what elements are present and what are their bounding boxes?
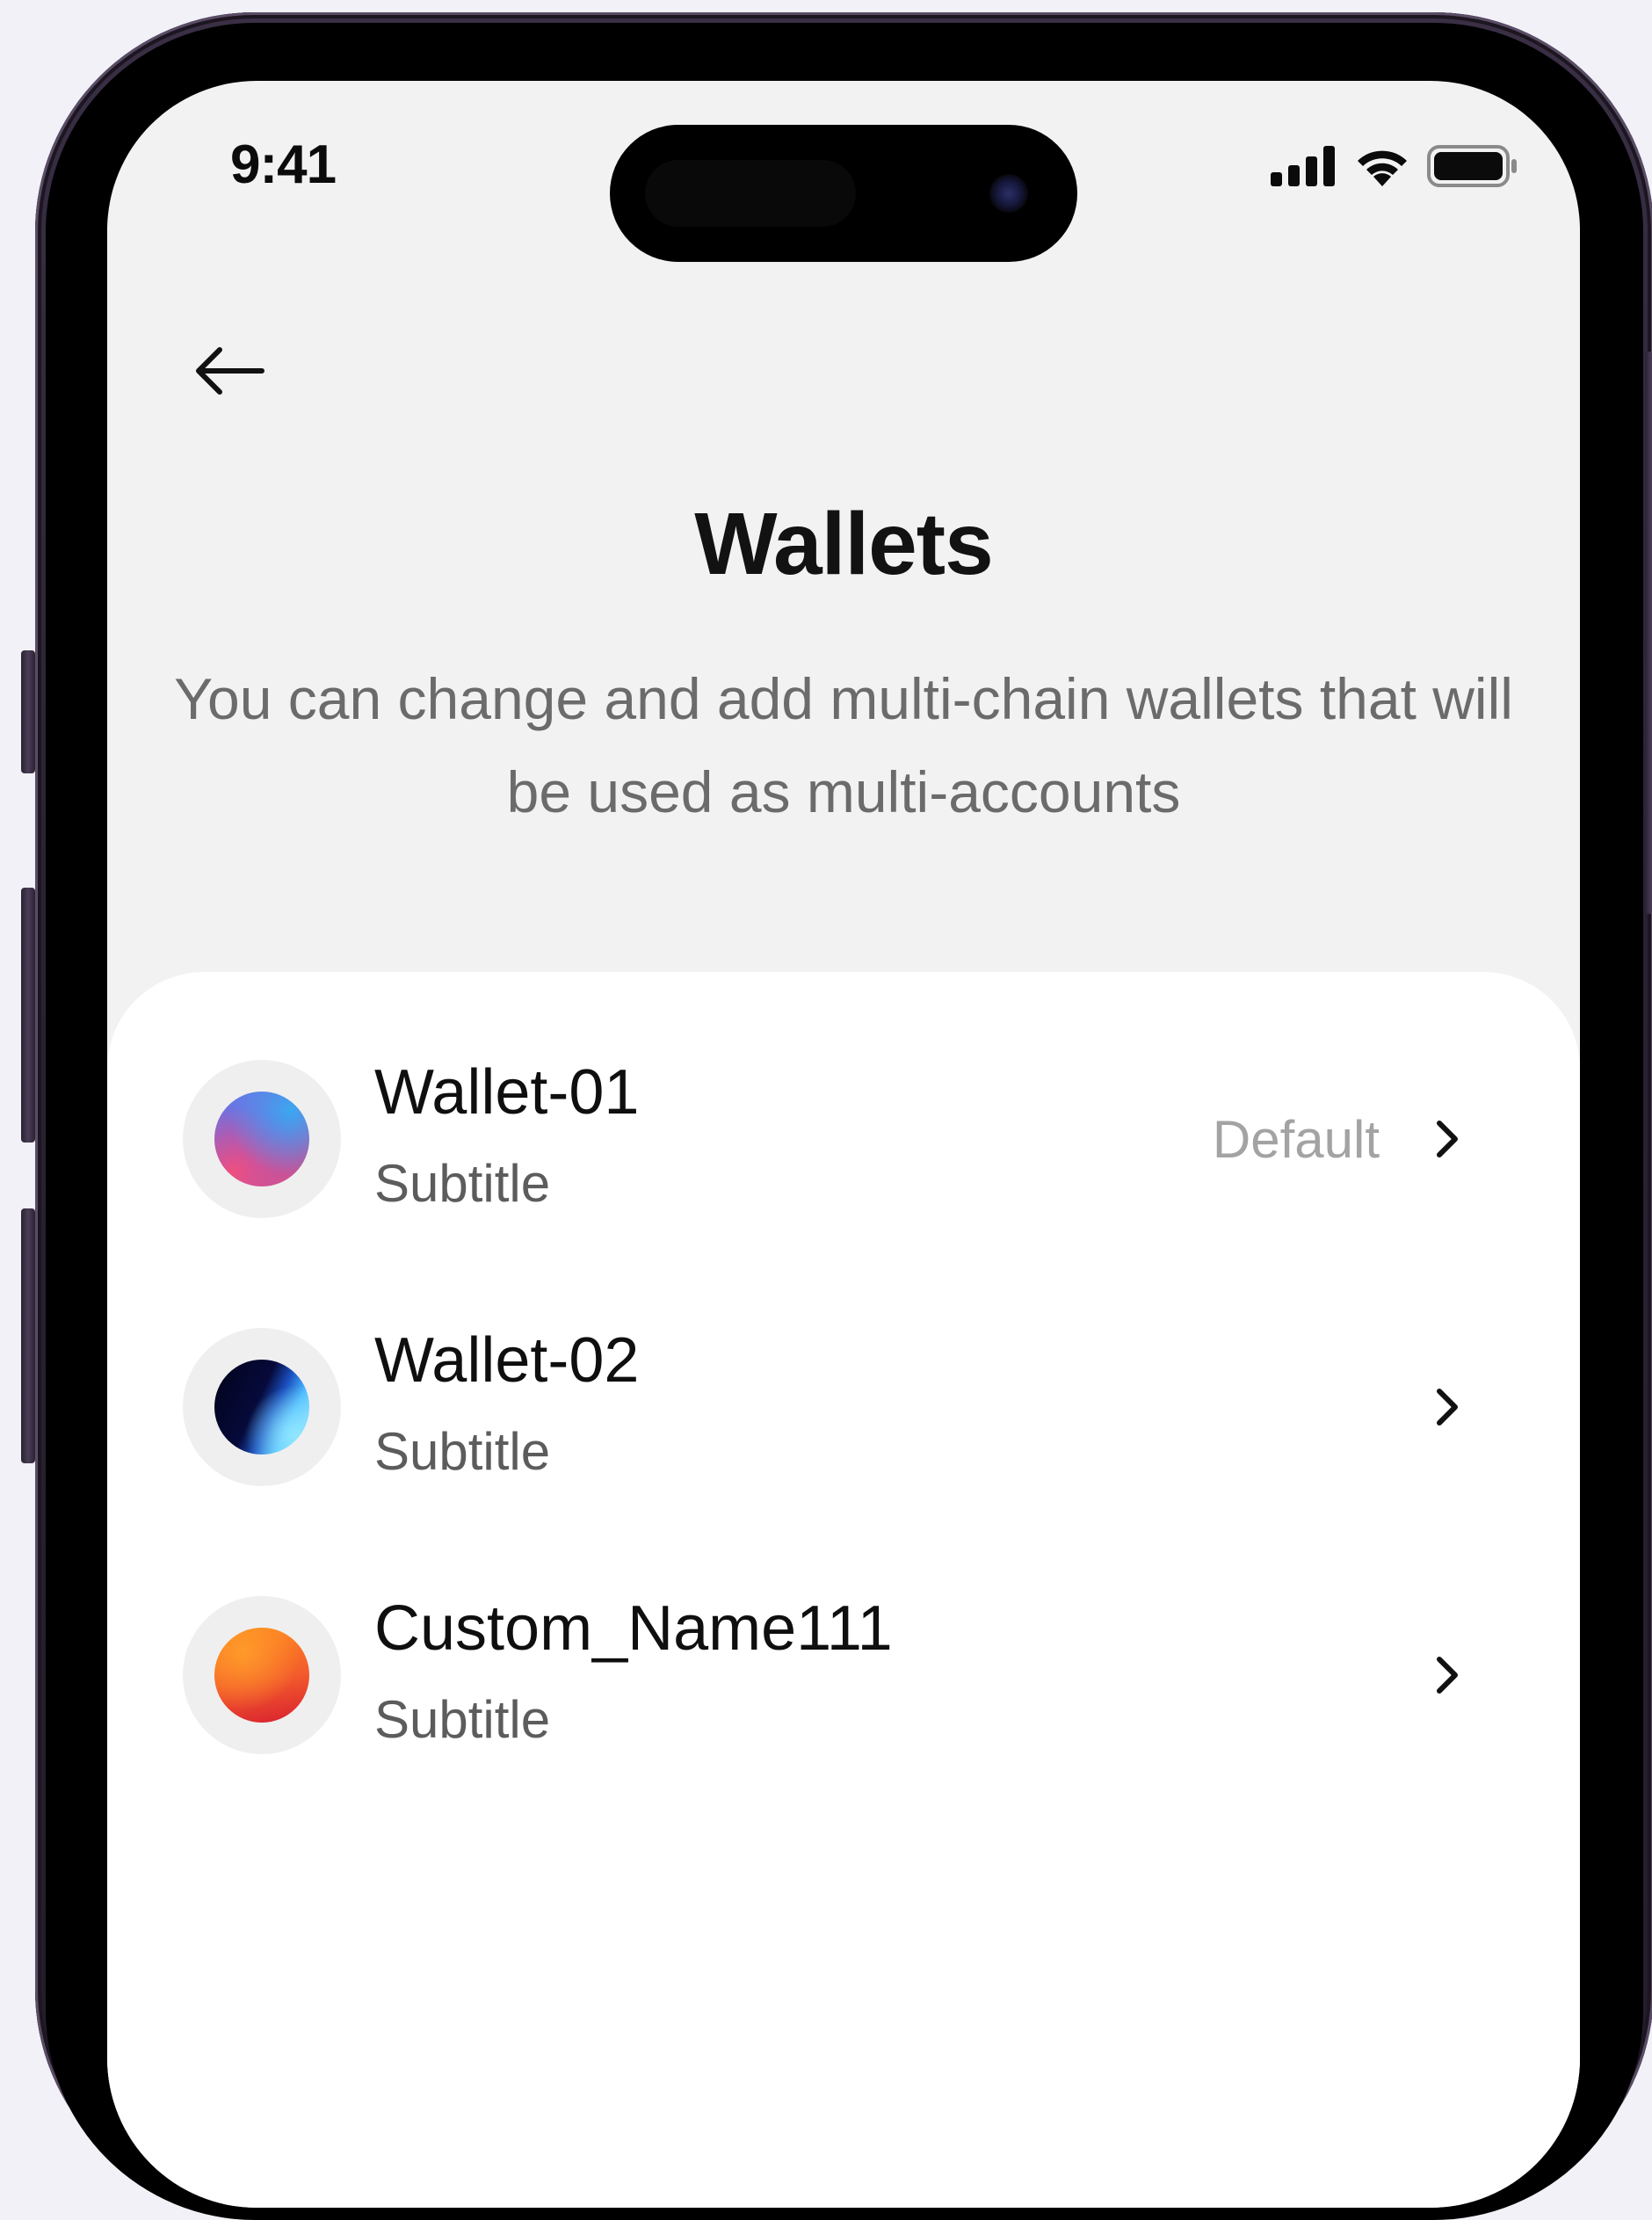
page-subtitle: You can change and add multi-chain walle… [174,666,1513,824]
sensor-pill [645,160,856,227]
wallet-subtitle: Subtitle [374,1154,551,1213]
dynamic-island [610,125,1077,262]
status-time: 9:41 [230,134,337,195]
wallet-gradient-icon [214,1628,309,1723]
wallet-row-03[interactable]: Custom_Name111 Subtitle [183,1593,1518,1763]
wallet-row-02[interactable]: Wallet-02 Subtitle [183,1325,1518,1495]
back-button[interactable] [192,336,279,406]
status-icons [1271,144,1518,188]
chevron-right-icon [1437,1657,1458,1694]
wallet-avatar [183,1060,341,1218]
volume-down-button [21,1208,35,1463]
default-badge: Default [1212,1110,1380,1169]
page-title: Wallets [694,495,993,593]
wallet-subtitle: Subtitle [374,1422,551,1481]
screen: 9:41 Wallets You can change and add mult… [107,81,1580,2208]
wallet-name: Wallet-01 [374,1057,640,1128]
wallet-avatar [183,1328,341,1486]
power-button [1645,352,1652,914]
chevron-right-icon [1437,1389,1458,1426]
battery-icon [1427,145,1517,187]
wallet-list-card: Wallet-01 Subtitle Default Wallet-02 Sub… [107,972,1580,2208]
front-camera-icon [989,174,1028,213]
wallet-gradient-icon [214,1092,309,1186]
wallet-gradient-icon [214,1360,309,1455]
wallet-subtitle: Subtitle [374,1690,551,1749]
cellular-signal-icon [1271,146,1335,186]
chevron-right-icon [1437,1121,1458,1157]
arrow-left-icon [196,347,264,395]
wallet-row-01[interactable]: Wallet-01 Subtitle Default [183,1057,1518,1227]
wallet-avatar [183,1596,341,1754]
wallet-name: Custom_Name111 [374,1593,893,1664]
volume-up-button [21,888,35,1143]
wifi-icon [1358,150,1407,186]
action-button [21,650,35,773]
wallet-name: Wallet-02 [374,1325,640,1396]
